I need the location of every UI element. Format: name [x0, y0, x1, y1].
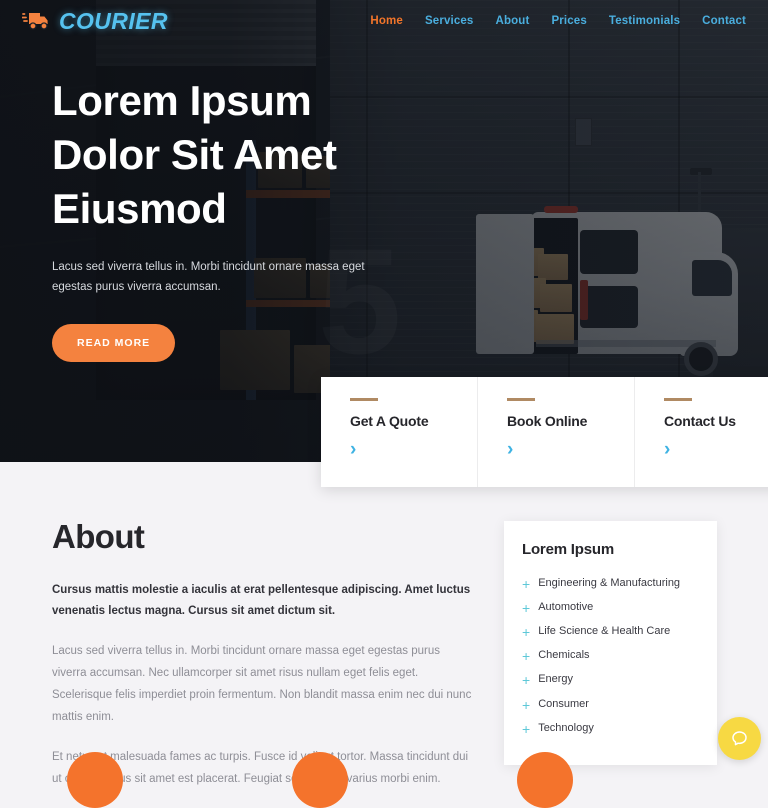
list-item-label: Chemicals	[538, 649, 590, 662]
feature-circle[interactable]	[292, 752, 348, 808]
delivery-truck-icon	[22, 13, 48, 30]
card-accent-bar	[664, 398, 692, 401]
list-item[interactable]: + Chemicals	[522, 645, 699, 669]
hero-title: Lorem Ipsum Dolor Sit Amet Eiusmod	[52, 77, 337, 232]
list-item[interactable]: + Engineering & Manufacturing	[522, 572, 699, 596]
about-section: About Cursus mattis molestie a iaculis a…	[52, 518, 472, 790]
list-item[interactable]: + Life Science & Health Care	[522, 620, 699, 644]
quick-card-contact-us[interactable]: Contact Us ›	[635, 377, 768, 487]
main-navigation: Home Services About Prices Testimonials …	[370, 15, 746, 27]
chat-widget-button[interactable]	[718, 717, 761, 760]
nav-item-contact[interactable]: Contact	[702, 15, 746, 27]
plus-icon: +	[522, 672, 531, 689]
plus-icon: +	[522, 696, 531, 713]
hero-copy: Lorem Ipsum Dolor Sit Amet Eiusmod Lacus…	[52, 74, 412, 362]
quick-card-get-a-quote[interactable]: Get A Quote ›	[321, 377, 478, 487]
nav-item-prices[interactable]: Prices	[551, 15, 586, 27]
plus-icon: +	[522, 599, 531, 616]
list-item-label: Automotive	[538, 600, 594, 613]
plus-icon: +	[522, 648, 531, 665]
chevron-right-icon[interactable]: ›	[664, 440, 670, 459]
logo-text: COURIER	[59, 7, 168, 34]
about-paragraph-1: Lacus sed viverra tellus in. Morbi tinci…	[52, 644, 472, 724]
about-lead-text: Cursus mattis molestie a iaculis at erat…	[52, 584, 471, 617]
list-item-label: Life Science & Health Care	[538, 624, 671, 637]
industries-list: + Engineering & Manufacturing + Automoti…	[522, 572, 699, 741]
list-item-label: Consumer	[538, 697, 589, 710]
feature-circle[interactable]	[517, 752, 573, 808]
quick-action-cards: Get A Quote › Book Online › Contact Us ›	[321, 377, 768, 487]
card-title: Book Online	[507, 413, 588, 429]
quick-card-book-online[interactable]: Book Online ›	[478, 377, 635, 487]
card-accent-bar	[507, 398, 535, 401]
feature-icons-row	[0, 752, 768, 808]
list-item-label: Engineering & Manufacturing	[538, 576, 681, 589]
chevron-right-icon[interactable]: ›	[350, 440, 356, 459]
about-heading: About	[52, 518, 145, 555]
feature-circle[interactable]	[67, 752, 123, 808]
list-item-label: Technology	[538, 721, 594, 734]
card-accent-bar	[350, 398, 378, 401]
list-item-label: Energy	[538, 673, 574, 686]
chevron-right-icon[interactable]: ›	[507, 440, 513, 459]
plus-icon: +	[522, 720, 531, 737]
hero-subtitle: Lacus sed viverra tellus in. Morbi tinci…	[52, 261, 365, 294]
industries-card-heading: Lorem Ipsum	[522, 541, 614, 558]
nav-item-about[interactable]: About	[495, 15, 529, 27]
card-title: Contact Us	[664, 413, 736, 429]
industries-card: Lorem Ipsum + Engineering & Manufacturin…	[504, 521, 717, 766]
nav-item-home[interactable]: Home	[370, 15, 403, 27]
nav-item-services[interactable]: Services	[425, 15, 474, 27]
read-more-button[interactable]: READ MORE	[52, 323, 176, 362]
list-item[interactable]: + Energy	[522, 669, 699, 693]
site-header: COURIER Home Services About Prices Testi…	[0, 0, 768, 42]
chat-bubble-icon	[732, 731, 747, 746]
list-item[interactable]: + Automotive	[522, 596, 699, 620]
plus-icon: +	[522, 575, 531, 592]
list-item[interactable]: + Consumer	[522, 693, 699, 717]
plus-icon: +	[522, 623, 531, 640]
site-logo[interactable]: COURIER	[22, 8, 168, 35]
nav-item-testimonials[interactable]: Testimonials	[609, 15, 680, 27]
list-item[interactable]: + Technology	[522, 717, 699, 741]
card-title: Get A Quote	[350, 413, 429, 429]
